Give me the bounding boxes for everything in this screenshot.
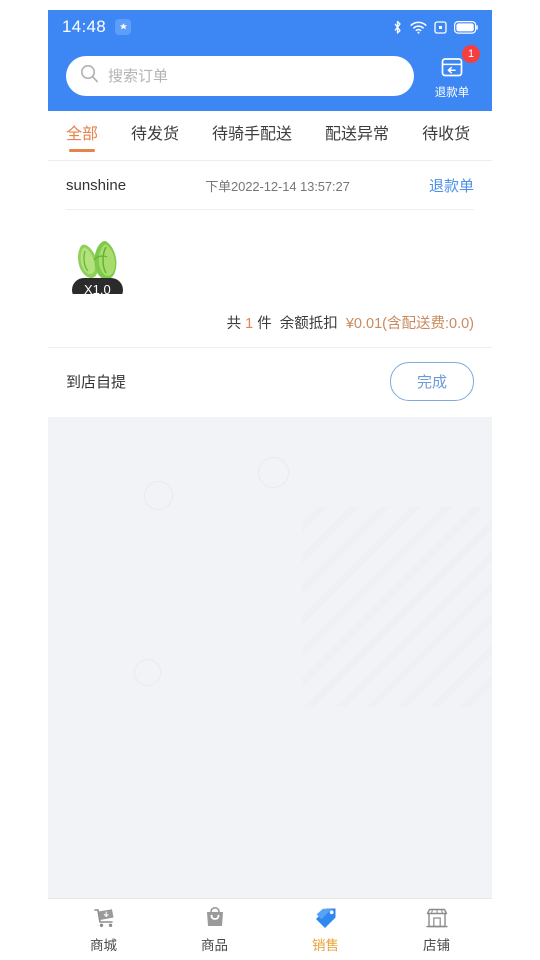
battery-icon [454,20,478,34]
summary-unit: 件 [257,316,272,332]
tab-all[interactable]: 全部 [66,120,98,152]
watermark-circle [258,457,289,488]
shopping-bag-icon [202,905,228,931]
nav-item-sales[interactable]: 销售 [270,899,381,960]
order-summary: 共 1 件 余额抵扣 ¥0.01(含配送费:0.0) [48,302,492,347]
summary-count: 1 [245,316,254,332]
tab-label: 待骑手配送 [212,125,293,143]
status-bar-icons [392,20,478,35]
wifi-icon [410,21,427,34]
order-header-row: sunshine 下单2022-12-14 13:57:27 退款单 [48,161,492,209]
status-bar-time: 14:48 [62,17,107,36]
status-bar: 14:48 [48,10,492,44]
order-card[interactable]: sunshine 下单2022-12-14 13:57:27 退款单 X1.0 … [48,161,492,417]
refund-orders-button[interactable]: 1 退款单 [424,45,480,100]
tab-active-underline [142,149,168,152]
tab-label: 配送异常 [325,125,390,143]
order-actions-row: 到店自提 完成 [48,347,492,417]
order-status-tabs[interactable]: 全部 待发货 待骑手配送 配送异常 待收货 [48,111,492,161]
tab-active-underline [433,149,459,152]
order-delivery-type: 到店自提 [66,374,127,391]
tab-active-underline [239,149,265,152]
search-input[interactable] [108,67,400,85]
goods-thumbnail[interactable]: X1.0 [66,226,134,294]
bottom-navigation[interactable]: 商城 商品 销售 店铺 [48,898,492,960]
tab-pending-shipment[interactable]: 待发货 [131,120,179,152]
refund-orders-label: 退款单 [434,87,470,99]
order-buyer-name: sunshine [66,177,127,194]
list-empty-watermark-area [48,417,492,887]
tab-label: 待发货 [131,125,180,143]
phone-screen: 14:48 搜索订单 1 退款单 全部 待发货 待骑手配送 配送异常 待收货 s… [48,10,492,960]
summary-price: ¥0.01(含配送费:0.0) [345,316,474,332]
price-tag-icon [313,905,339,931]
order-list[interactable]: sunshine 下单2022-12-14 13:57:27 退款单 X1.0 … [48,161,492,898]
order-refund-link[interactable]: 退款单 [429,175,474,196]
nav-item-shop[interactable]: 店铺 [381,899,492,960]
watermark-circle [144,481,173,510]
nav-label: 店铺 [423,938,450,953]
tab-active-underline [344,149,370,152]
refund-badge: 1 [462,45,480,63]
complete-order-button[interactable]: 完成 [389,362,474,401]
sim-icon [434,20,447,34]
watermark-diagonal-pattern [302,507,492,707]
summary-payment-method: 余额抵扣 [279,316,338,332]
tab-label: 待收货 [422,125,471,143]
search-header: 1 退款单 [48,44,492,111]
app-badge-icon [115,19,132,35]
nav-label: 销售 [312,938,339,953]
watermark-circle [134,659,161,686]
refund-box-icon [439,54,465,85]
order-goods-row: X1.0 [48,210,492,302]
bluetooth-icon [392,20,403,35]
storefront-icon [424,905,450,931]
order-timestamp: 下单2022-12-14 13:57:27 [205,179,350,194]
tab-label: 全部 [66,125,99,143]
summary-prefix: 共 [226,316,242,332]
tab-awaiting-rider[interactable]: 待骑手配送 [212,120,292,152]
search-box[interactable] [66,56,414,96]
nav-item-mall[interactable]: 商城 [48,899,159,960]
search-icon [80,64,99,88]
tab-active-underline [69,148,95,152]
shopping-cart-icon [91,905,117,931]
tab-delivery-exception[interactable]: 配送异常 [325,120,389,152]
nav-label: 商品 [201,938,228,953]
nav-label: 商城 [90,938,117,953]
goods-quantity-badge: X1.0 [72,278,123,294]
nav-item-products[interactable]: 商品 [159,899,270,960]
tab-awaiting-receipt[interactable]: 待收货 [422,120,470,152]
